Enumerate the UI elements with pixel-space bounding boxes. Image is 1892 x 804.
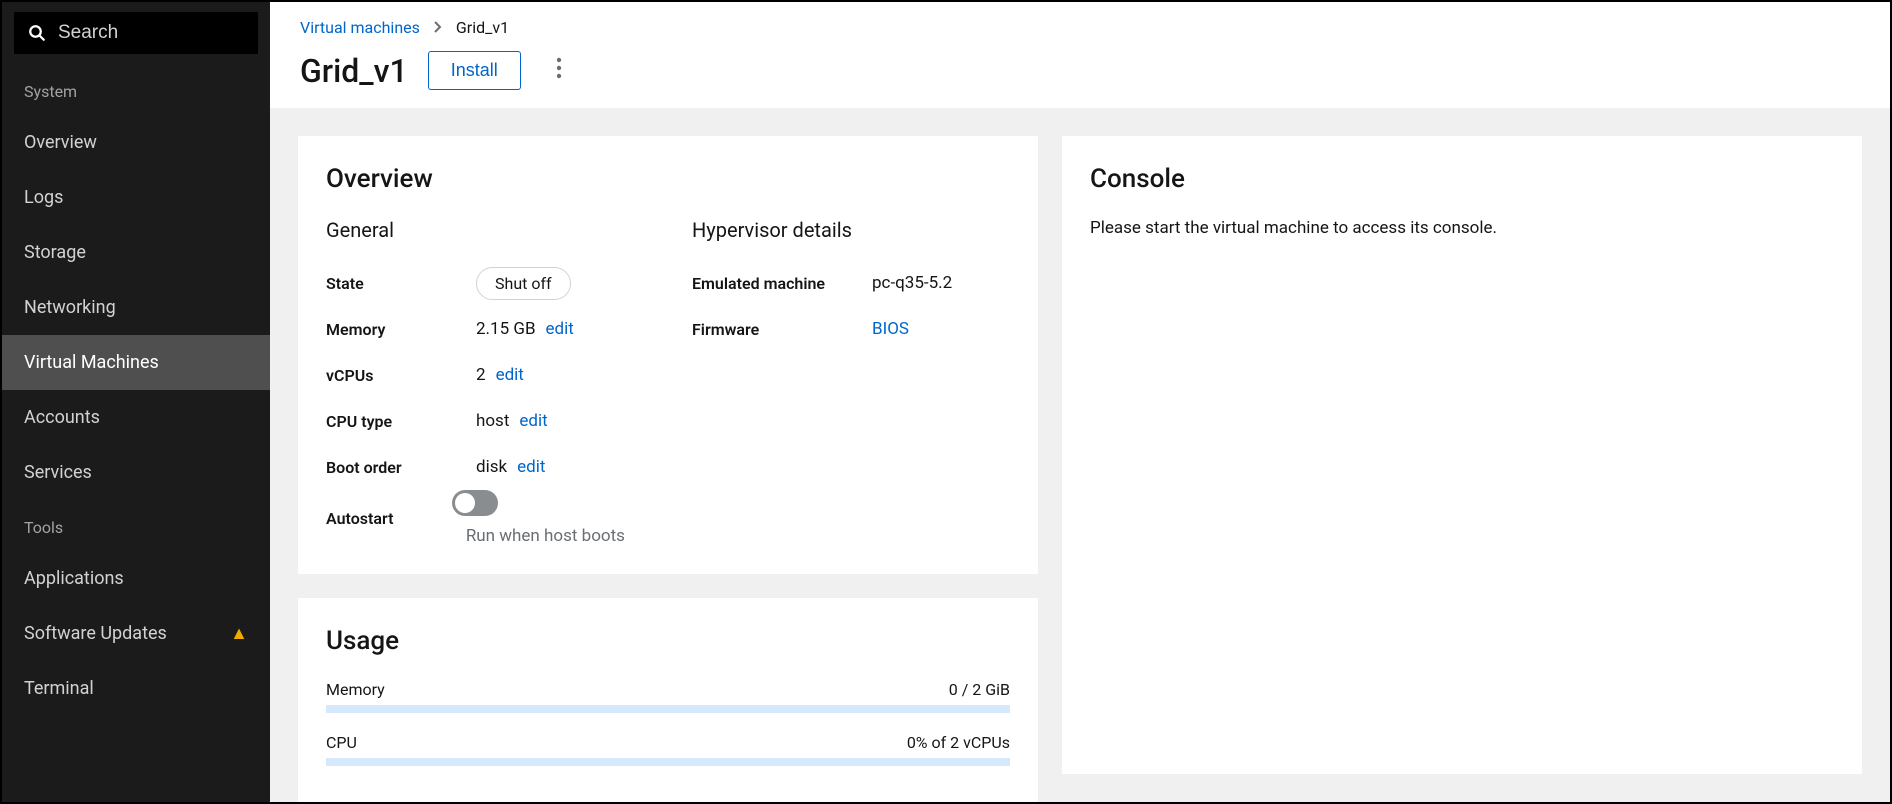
breadcrumb: Virtual machines Grid_v1 — [300, 18, 1860, 37]
console-card: Console Please start the virtual machine… — [1062, 136, 1862, 774]
kebab-icon — [556, 57, 562, 85]
overview-card: Overview General State Shut off Memory 2… — [298, 136, 1038, 574]
install-button[interactable]: Install — [428, 51, 521, 90]
usage-title: Usage — [326, 626, 1010, 656]
autostart-row: Autostart Run when host boots — [326, 490, 644, 546]
content: Overview General State Shut off Memory 2… — [270, 108, 1890, 802]
sidebar-item-label: Terminal — [24, 678, 94, 699]
sidebar-item-storage[interactable]: Storage — [2, 225, 270, 280]
sidebar-item-accounts[interactable]: Accounts — [2, 390, 270, 445]
sidebar-item-networking[interactable]: Networking — [2, 280, 270, 335]
usage-cpu-value: 0% of 2 vCPUs — [907, 733, 1010, 752]
autostart-toggle[interactable] — [452, 490, 498, 516]
usage-cpu-label: CPU — [326, 733, 357, 752]
usage-memory-bar — [326, 705, 1010, 713]
sidebar-item-label: Logs — [24, 187, 63, 208]
boot-order-row: Boot order disk edit — [326, 444, 644, 490]
kebab-menu-button[interactable] — [541, 53, 577, 89]
state-row: State Shut off — [326, 260, 644, 306]
sidebar-item-label: Applications — [24, 568, 124, 589]
sidebar-item-terminal[interactable]: Terminal — [2, 661, 270, 716]
sidebar-item-label: Overview — [24, 132, 97, 153]
sidebar-item-label: Storage — [24, 242, 86, 263]
usage-memory-label: Memory — [326, 680, 385, 699]
usage-cpu-row: CPU 0% of 2 vCPUs — [326, 733, 1010, 766]
usage-cpu-bar — [326, 758, 1010, 766]
sidebar-item-overview[interactable]: Overview — [2, 115, 270, 170]
sidebar-item-services[interactable]: Services — [2, 445, 270, 500]
titlebar: Grid_v1 Install — [300, 51, 1860, 90]
vcpus-label: vCPUs — [326, 366, 476, 385]
page-header: Virtual machines Grid_v1 Grid_v1 Install — [270, 2, 1890, 108]
memory-edit-link[interactable]: edit — [546, 319, 574, 339]
cpu-type-edit-link[interactable]: edit — [519, 411, 547, 431]
search-box[interactable] — [14, 12, 258, 54]
search-container — [2, 2, 270, 64]
sidebar-item-label: Networking — [24, 297, 116, 318]
sidebar-item-applications[interactable]: Applications — [2, 551, 270, 606]
sidebar: System Overview Logs Storage Networking … — [2, 2, 270, 802]
sidebar-item-software-updates[interactable]: Software Updates ▲ — [2, 606, 270, 661]
emulated-value: pc-q35-5.2 — [872, 273, 952, 293]
usage-memory-value: 0 / 2 GiB — [949, 680, 1010, 699]
memory-label: Memory — [326, 320, 476, 339]
vcpus-row: vCPUs 2 edit — [326, 352, 644, 398]
overview-title: Overview — [326, 164, 1010, 194]
hypervisor-heading: Hypervisor details — [692, 218, 1010, 242]
nav-group-label-system: System — [2, 64, 270, 115]
cpu-type-label: CPU type — [326, 412, 476, 431]
general-column: General State Shut off Memory 2.15 GB ed… — [326, 218, 644, 546]
sidebar-item-label: Services — [24, 462, 92, 483]
main: Virtual machines Grid_v1 Grid_v1 Install… — [270, 2, 1890, 802]
page-title: Grid_v1 — [300, 52, 408, 90]
console-title: Console — [1090, 164, 1834, 194]
autostart-description: Run when host boots — [466, 526, 625, 546]
emulated-label: Emulated machine — [692, 274, 872, 293]
firmware-row: Firmware BIOS — [692, 306, 1010, 352]
sidebar-item-label: Software Updates — [24, 623, 167, 644]
boot-order-edit-link[interactable]: edit — [517, 457, 545, 477]
usage-memory-row: Memory 0 / 2 GiB — [326, 680, 1010, 713]
vcpus-edit-link[interactable]: edit — [496, 365, 524, 385]
chevron-right-icon — [434, 18, 442, 37]
sidebar-item-label: Virtual Machines — [24, 352, 159, 373]
state-label: State — [326, 274, 476, 293]
firmware-link[interactable]: BIOS — [872, 319, 909, 339]
right-column: Console Please start the virtual machine… — [1062, 136, 1862, 774]
warning-icon: ▲ — [230, 623, 248, 644]
sidebar-item-label: Accounts — [24, 407, 100, 428]
emulated-row: Emulated machine pc-q35-5.2 — [692, 260, 1010, 306]
firmware-label: Firmware — [692, 320, 872, 339]
hypervisor-column: Hypervisor details Emulated machine pc-q… — [692, 218, 1010, 546]
search-icon — [28, 24, 46, 42]
general-heading: General — [326, 218, 644, 242]
left-column: Overview General State Shut off Memory 2… — [298, 136, 1038, 774]
search-input[interactable] — [58, 22, 244, 44]
console-message: Please start the virtual machine to acce… — [1090, 218, 1834, 238]
vcpus-value: 2 — [476, 365, 486, 385]
nav-group-label-tools: Tools — [2, 500, 270, 551]
boot-order-label: Boot order — [326, 458, 476, 477]
breadcrumb-parent[interactable]: Virtual machines — [300, 18, 420, 37]
state-badge: Shut off — [476, 267, 571, 300]
cpu-type-value: host — [476, 411, 509, 431]
breadcrumb-current: Grid_v1 — [456, 18, 509, 37]
sidebar-item-logs[interactable]: Logs — [2, 170, 270, 225]
memory-row: Memory 2.15 GB edit — [326, 306, 644, 352]
autostart-label: Autostart — [326, 509, 452, 528]
cpu-type-row: CPU type host edit — [326, 398, 644, 444]
usage-card: Usage Memory 0 / 2 GiB CPU 0% of 2 vCPUs — [298, 598, 1038, 802]
sidebar-item-virtual-machines[interactable]: Virtual Machines — [2, 335, 270, 390]
boot-order-value: disk — [476, 457, 507, 477]
memory-value: 2.15 GB — [476, 319, 536, 339]
